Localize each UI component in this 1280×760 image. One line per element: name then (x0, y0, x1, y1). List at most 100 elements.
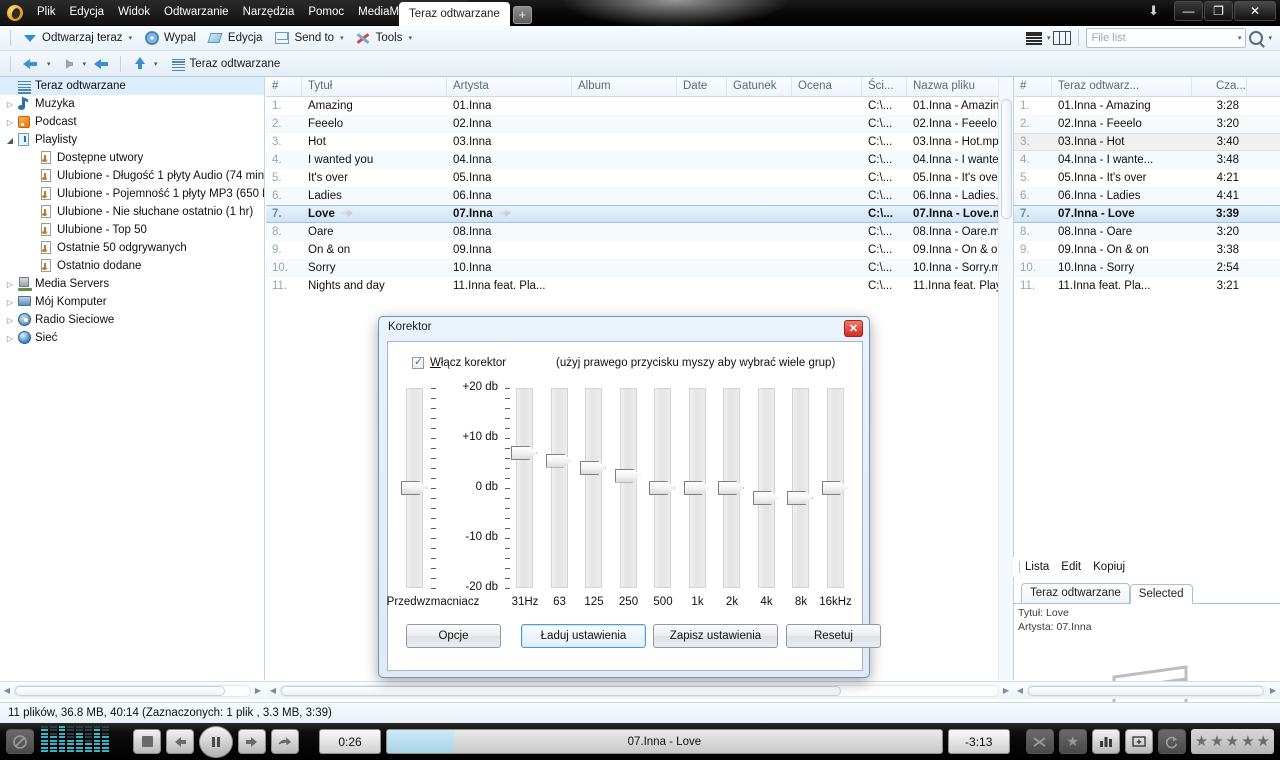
cell-filename[interactable]: 10.Inna - Sorry.mp (907, 262, 1007, 274)
cell-artist[interactable]: 06.Inna (447, 190, 572, 202)
chevron-down-icon[interactable]: ▾ (1238, 34, 1242, 42)
sidebar-item-8[interactable]: Ulubione - Top 50 (0, 221, 264, 239)
add-button[interactable] (1125, 729, 1153, 754)
list-item[interactable]: 10.10.Inna - Sorry2:54 (1014, 259, 1280, 277)
list-item[interactable]: 11.11.Inna feat. Pla...3:21 (1014, 277, 1280, 295)
cell-path[interactable]: C:\... (862, 280, 907, 292)
sidebar-tree[interactable]: Teraz odtwarzane▷Muzyka▷Podcast◢Playlist… (0, 77, 265, 680)
tree-twisty-icon[interactable]: ▷ (4, 118, 16, 127)
track-label[interactable]: 06.Inna - Ladies (1052, 190, 1192, 202)
table-row[interactable]: 10.Sorry10.InnaC:\...10.Inna - Sorry.mp (266, 259, 1012, 277)
cell-title[interactable]: Feeelo (302, 118, 447, 130)
table-row[interactable]: 6.Ladies06.InnaC:\...06.Inna - Ladies.mp (266, 187, 1012, 205)
chevron-down-icon[interactable]: ▾ (408, 34, 412, 42)
table-row[interactable]: 1.Amazing01.InnaC:\...01.Inna - Amazing.… (266, 97, 1012, 115)
sidebar-item-4[interactable]: Dostępne utwory (0, 149, 264, 167)
file-list-column-header[interactable]: Ści... (862, 77, 907, 96)
table-row[interactable]: 5.It's over05.InnaC:\...05.Inna - It's o… (266, 169, 1012, 187)
tree-twisty-icon[interactable]: ▷ (4, 334, 16, 343)
cell-title[interactable]: Oare (302, 226, 447, 238)
mute-button[interactable] (6, 729, 34, 754)
star-icon[interactable]: ★ (1226, 734, 1239, 749)
tab-teraz-odtwarzane[interactable]: Teraz odtwarzane (399, 2, 510, 26)
list-item[interactable]: 3.03.Inna - Hot3:40 (1014, 133, 1280, 151)
cell-artist[interactable]: 02.Inna (447, 118, 572, 130)
sidebar-item-2[interactable]: ▷Podcast (0, 113, 264, 131)
file-list-column-header[interactable]: Artysta (447, 77, 572, 96)
sidebar-item-14[interactable]: ▷Sieć (0, 329, 264, 347)
tree-twisty-icon[interactable]: ◢ (4, 136, 16, 145)
menu-item-pomoc[interactable]: Pomoc (301, 1, 351, 24)
cell-path[interactable]: C:\... (862, 154, 907, 166)
now-playing-column-header[interactable]: Cza... (1192, 77, 1247, 96)
scrollbar-thumb[interactable] (1001, 99, 1012, 219)
cell-title[interactable]: Nights and day (302, 280, 447, 292)
chevron-down-icon[interactable]: ▾ (47, 60, 51, 68)
star-icon[interactable]: ★ (1195, 734, 1208, 749)
eq-band-thumb-31Hz[interactable] (511, 446, 537, 460)
eq-band-slider-31Hz[interactable] (516, 388, 533, 588)
menu-item-narzedzia[interactable]: Narzędzia (236, 1, 302, 24)
cell-title[interactable]: Hot (302, 136, 447, 148)
scrollbar-track[interactable] (14, 685, 251, 697)
elapsed-time[interactable]: 0:26 (319, 729, 381, 754)
list-item[interactable]: 5.05.Inna - It's over4:21 (1014, 169, 1280, 187)
now-playing-column-header[interactable]: # (1014, 77, 1052, 96)
cell-title[interactable]: Love (302, 208, 447, 220)
cell-path[interactable]: C:\... (862, 172, 907, 184)
star-icon[interactable]: ★ (1257, 734, 1270, 749)
file-list-rows[interactable]: 1.Amazing01.InnaC:\...01.Inna - Amazing.… (266, 97, 1012, 295)
sidebar-item-11[interactable]: ▷Media Servers (0, 275, 264, 293)
now-playing-hscrollbar[interactable]: ◀ ▶ (1013, 681, 1280, 699)
menu-item-odtwarzanie[interactable]: Odtwarzanie (157, 1, 236, 24)
scrollbar-thumb[interactable] (15, 686, 225, 696)
sidebar-item-0[interactable]: Teraz odtwarzane (0, 77, 264, 95)
tree-twisty-icon[interactable]: ▷ (4, 298, 16, 307)
cell-title[interactable]: It's over (302, 172, 447, 184)
chevron-down-icon[interactable]: ▾ (1268, 34, 1272, 42)
sidebar-item-9[interactable]: Ostatnie 50 odgrywanych (0, 239, 264, 257)
cell-artist[interactable]: 11.Inna feat. Pla... (447, 280, 572, 292)
options-button[interactable]: Opcje (406, 624, 501, 648)
cell-title[interactable]: On & on (302, 244, 447, 256)
tree-twisty-icon[interactable]: ▷ (4, 316, 16, 325)
cell-filename[interactable]: 05.Inna - It's over.r (907, 172, 1007, 184)
eq-band-thumb-63[interactable] (546, 454, 572, 468)
list-item[interactable]: 8.08.Inna - Oare3:20 (1014, 223, 1280, 241)
cell-filename[interactable]: 08.Inna - Oare.mp3 (907, 226, 1007, 238)
cell-filename[interactable]: 03.Inna - Hot.mp3 (907, 136, 1007, 148)
eq-band-slider-4k[interactable] (758, 388, 775, 588)
eq-band-thumb-4k[interactable] (753, 491, 779, 505)
table-row[interactable]: 4.I wanted you04.InnaC:\...04.Inna - I w… (266, 151, 1012, 169)
tree-hscrollbar[interactable]: ◀ ▶ (0, 681, 265, 699)
file-list-column-header[interactable]: Ocena (792, 77, 862, 96)
enable-equalizer-checkbox[interactable] (412, 357, 424, 369)
save-settings-button[interactable]: Zapisz ustawienia (653, 624, 778, 648)
list-view-icon[interactable] (1026, 32, 1042, 45)
file-list-column-header[interactable]: # (266, 77, 302, 96)
repeat-button[interactable] (1158, 729, 1186, 754)
cell-path[interactable]: C:\... (862, 136, 907, 148)
scroll-right-arrow[interactable]: ▶ (1266, 686, 1280, 695)
track-label[interactable]: 05.Inna - It's over (1052, 172, 1192, 184)
cell-filename[interactable]: 09.Inna - On & on.r (907, 244, 1007, 256)
enable-equalizer-row[interactable]: Włącz korektor (412, 357, 506, 369)
tools-button[interactable]: Tools ▾ (351, 28, 417, 48)
file-list-column-header[interactable]: Date (677, 77, 727, 96)
rating-stars[interactable]: ★★★★★ (1191, 729, 1274, 754)
eq-band-slider-125[interactable] (585, 388, 602, 588)
search-icon[interactable] (1249, 31, 1263, 45)
tree-twisty-icon[interactable]: ▷ (4, 280, 16, 289)
cell-artist[interactable]: 08.Inna (447, 226, 572, 238)
table-row[interactable]: 9.On & on09.InnaC:\...09.Inna - On & on.… (266, 241, 1012, 259)
track-label[interactable]: 11.Inna feat. Pla... (1052, 280, 1192, 292)
list-item[interactable]: 1.01.Inna - Amazing3:28 (1014, 97, 1280, 115)
track-label[interactable]: 09.Inna - On & on (1052, 244, 1192, 256)
cell-filename[interactable]: 01.Inna - Amazing.r (907, 100, 1007, 112)
sidebar-item-13[interactable]: ▷Radio Sieciowe (0, 311, 264, 329)
eject-button[interactable] (271, 729, 299, 754)
add-tab-button[interactable]: + (513, 6, 532, 24)
sidebar-item-12[interactable]: ▷Mój Komputer (0, 293, 264, 311)
file-list-select[interactable]: File list ▾ (1086, 28, 1246, 48)
right-menu-lista[interactable]: Lista (1025, 561, 1049, 573)
